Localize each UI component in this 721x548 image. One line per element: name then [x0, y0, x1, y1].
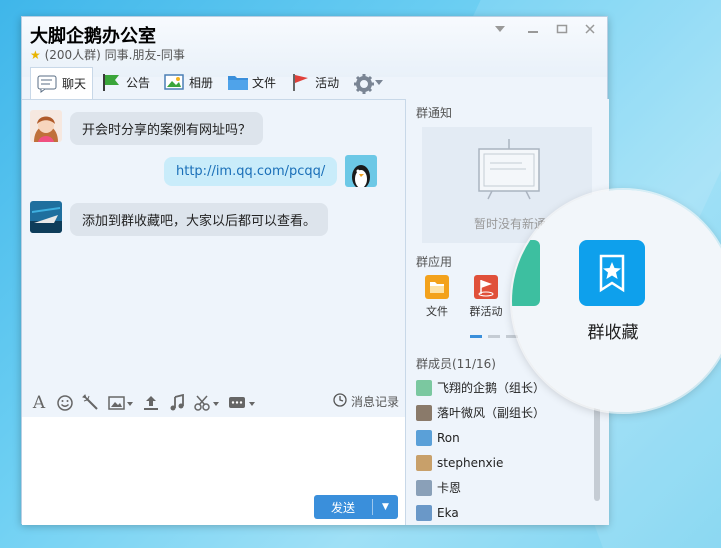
- photo-album-icon: [164, 73, 184, 91]
- folder-icon: [227, 73, 249, 91]
- member-name: Eka: [437, 505, 459, 520]
- send-options-dropdown[interactable]: ▼: [373, 502, 398, 512]
- tab-chat[interactable]: 聊天: [30, 67, 94, 99]
- member-item[interactable]: 卡恩: [416, 475, 545, 500]
- clock-icon: [333, 393, 347, 410]
- message-bubble: 添加到群收藏吧，大家以后都可以查看。: [70, 203, 329, 236]
- member-avatar: [416, 479, 432, 496]
- image-icon[interactable]: [108, 394, 134, 412]
- screenshot-scissors-icon[interactable]: [194, 394, 220, 412]
- group-info: (200人群) 同事.朋友-同事: [44, 48, 185, 62]
- bookmark-star-icon: [599, 254, 625, 293]
- pennant-icon: [290, 73, 310, 91]
- send-label: 发送: [330, 500, 355, 515]
- input-toolbar: A 消息记录: [22, 389, 405, 417]
- member-item[interactable]: Eka: [416, 500, 545, 525]
- member-avatar: [416, 504, 432, 521]
- tab-activity-label: 活动: [315, 75, 340, 90]
- magnified-app-icon: [512, 240, 540, 306]
- chat-bubble-icon: [37, 75, 57, 93]
- chat-message: http://im.qq.com/pcqq/: [164, 155, 378, 187]
- page-dot[interactable]: [488, 335, 500, 338]
- group-subtitle: ★ (200人群) 同事.朋友-同事: [30, 46, 185, 63]
- chat-message: 开会时分享的案例有网址吗？: [30, 110, 264, 145]
- tab-announcement[interactable]: 公告: [95, 67, 156, 97]
- girl-avatar: [30, 110, 62, 142]
- app-label: 群活动: [469, 305, 503, 318]
- member-name: stephenxie: [437, 455, 504, 470]
- folder-icon: [425, 275, 449, 299]
- send-button[interactable]: 发送 ▼: [314, 495, 398, 519]
- tab-activity[interactable]: 活动: [284, 67, 345, 97]
- tab-announcement-label: 公告: [126, 75, 151, 90]
- group-collection-label: 群收藏: [587, 323, 639, 343]
- gear-icon: [353, 73, 375, 94]
- emoji-icon[interactable]: [56, 394, 74, 412]
- members-heading: 群成员(11/16): [416, 357, 496, 371]
- tab-chat-label: 聊天: [62, 77, 87, 91]
- member-avatar: [416, 379, 432, 396]
- apps-row: 文件 群活动: [420, 275, 510, 319]
- member-name: Ron: [437, 430, 460, 445]
- member-avatar: [416, 429, 432, 446]
- tab-files[interactable]: 文件: [221, 67, 282, 97]
- tab-files-label: 文件: [252, 75, 277, 90]
- chevron-down-icon: [375, 75, 384, 89]
- star-icon: ★: [30, 48, 41, 62]
- member-avatar: [416, 404, 432, 421]
- settings-menu[interactable]: [347, 67, 389, 97]
- member-name: 卡恩: [437, 481, 462, 495]
- dropdown-icon[interactable]: [492, 23, 508, 38]
- message-history-button[interactable]: 消息记录: [333, 393, 399, 410]
- music-icon[interactable]: [168, 393, 186, 412]
- tab-album-label: 相册: [189, 75, 214, 90]
- zoom-callout: 群收藏: [512, 190, 721, 412]
- member-item[interactable]: stephenxie: [416, 450, 545, 475]
- message-link[interactable]: http://im.qq.com/pcqq/: [164, 157, 338, 186]
- history-label: 消息记录: [350, 395, 399, 409]
- minimize-icon[interactable]: [525, 23, 541, 39]
- upload-icon[interactable]: [142, 394, 160, 412]
- chat-message: 添加到群收藏吧，大家以后都可以查看。: [30, 201, 329, 236]
- magic-wand-icon[interactable]: [82, 394, 100, 412]
- bubble-style-icon[interactable]: [228, 394, 256, 412]
- member-item[interactable]: Ron: [416, 425, 545, 450]
- page-dot[interactable]: [470, 335, 482, 338]
- font-icon[interactable]: A: [30, 394, 48, 412]
- member-avatar: [416, 454, 432, 471]
- boat-avatar: [30, 201, 62, 233]
- group-toolbar: 聊天 公告 相册 文件 活动: [30, 67, 391, 99]
- pennant-icon: [474, 275, 498, 299]
- app-files[interactable]: 文件: [420, 275, 454, 319]
- tab-album[interactable]: 相册: [158, 67, 219, 97]
- app-label: 文件: [426, 305, 448, 318]
- chat-message-area: 开会时分享的案例有网址吗？ http://im.qq.com/pcqq/ 添加到…: [22, 99, 405, 389]
- message-bubble: 开会时分享的案例有网址吗？: [70, 112, 264, 145]
- group-title: 大脚企鹅办公室: [30, 26, 156, 47]
- notice-heading: 群通知: [416, 106, 453, 120]
- close-icon[interactable]: [582, 23, 598, 39]
- group-collection-app[interactable]: [579, 240, 645, 306]
- penguin-avatar: [345, 155, 378, 187]
- apps-heading: 群应用: [416, 255, 453, 269]
- app-group-activity[interactable]: 群活动: [464, 275, 508, 319]
- maximize-icon[interactable]: [554, 23, 570, 39]
- flag-icon: [101, 73, 121, 91]
